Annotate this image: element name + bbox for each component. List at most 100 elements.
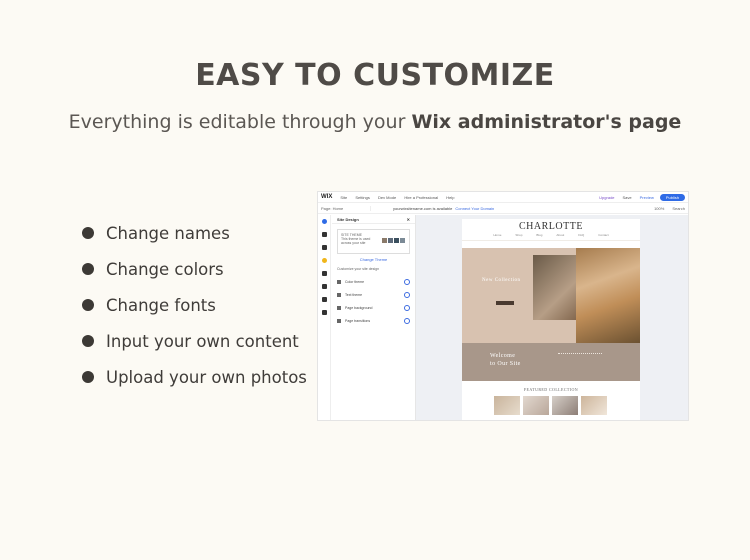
product-thumb: [494, 396, 520, 415]
site-nav-item: Home: [493, 233, 502, 237]
site-nav-item: Contact: [598, 233, 609, 237]
editor-left-toolbar: [318, 215, 331, 420]
transition-icon: [337, 318, 341, 323]
store-icon[interactable]: [321, 310, 327, 315]
publish-button[interactable]: Publish: [659, 193, 685, 201]
text-icon: [337, 292, 341, 297]
hero-photo-2: [576, 248, 640, 343]
feature-item: Change fonts: [82, 287, 307, 323]
menu-item-site[interactable]: Site: [340, 195, 347, 200]
bullet-icon: [82, 263, 94, 275]
chevron-right-icon: [404, 304, 410, 311]
site-preview[interactable]: CHARLOTTE Home Shop Blog About FAQ Conta…: [462, 219, 640, 420]
feature-item: Change colors: [82, 251, 307, 287]
feature-item: Change names: [82, 215, 307, 251]
featured-thumbnails: [494, 396, 607, 415]
site-nav: Home Shop Blog About FAQ Contact: [462, 233, 640, 241]
add-icon[interactable]: [321, 219, 327, 224]
feature-label: Change names: [106, 223, 230, 243]
url-text: yourwixsitename.com is available: [393, 205, 453, 211]
feature-label: Change colors: [106, 259, 224, 279]
option-text-theme[interactable]: Text theme: [332, 288, 415, 301]
welcome-section: Welcome to Our Site: [462, 343, 640, 381]
change-theme-link[interactable]: Change Theme: [332, 257, 415, 262]
close-icon[interactable]: ✕: [407, 217, 410, 222]
connect-domain-link[interactable]: Connect Your Domain: [455, 206, 494, 211]
feature-label: Upload your own photos: [106, 367, 307, 387]
editor-top-bar: WIX Site Settings Dev Mode Hire a Profes…: [318, 192, 688, 203]
option-label: Page transitions: [345, 318, 371, 323]
customize-text: Customize your site design: [337, 267, 380, 271]
wix-editor-screenshot: WIX Site Settings Dev Mode Hire a Profes…: [317, 191, 689, 421]
bullet-icon: [82, 371, 94, 383]
bullet-icon: [82, 335, 94, 347]
site-nav-item: FAQ: [578, 233, 585, 237]
option-label: Color theme: [345, 279, 365, 284]
site-brand: CHARLOTTE: [519, 221, 583, 232]
media-icon[interactable]: [321, 284, 327, 289]
menu-item-help[interactable]: Help: [446, 195, 454, 200]
shop-now-button: [496, 301, 514, 305]
wix-logo: WIX: [321, 194, 333, 200]
product-thumb: [581, 396, 607, 415]
feature-item: Input your own content: [82, 323, 307, 359]
site-design-icon[interactable]: [321, 258, 327, 263]
subtitle-text: Everything is editable through your: [68, 111, 412, 133]
menu-item-settings[interactable]: Settings: [355, 195, 369, 200]
bullet-icon: [82, 227, 94, 239]
theme-desc: This theme is used across your site: [341, 237, 371, 245]
welcome-paragraph: [558, 353, 602, 365]
search-button[interactable]: Search: [672, 206, 685, 211]
swatch: [382, 238, 387, 243]
product-thumb: [552, 396, 578, 415]
welcome-line-1: Welcome: [490, 353, 516, 359]
save-button[interactable]: Save: [623, 195, 632, 200]
feature-item: Upload your own photos: [82, 359, 307, 395]
welcome-text: Welcome to Our Site: [490, 352, 521, 368]
option-page-transitions[interactable]: Page transitions: [332, 314, 415, 327]
bullet-icon: [82, 299, 94, 311]
option-label: Text theme: [345, 292, 363, 297]
chevron-right-icon: [404, 291, 410, 298]
theme-swatches: [382, 238, 405, 243]
subtitle-bold: Wix administrator's page: [411, 111, 682, 133]
editor-menu: Site Settings Dev Mode Hire a Profession…: [340, 195, 461, 200]
site-theme-card[interactable]: SITE THEME This theme is used across you…: [337, 229, 410, 254]
upgrade-link[interactable]: Upgrade: [599, 195, 614, 200]
site-nav-item: About: [556, 233, 565, 237]
palette-icon: [337, 279, 341, 284]
hero-title: New Collection: [482, 278, 521, 283]
option-color-theme[interactable]: Color theme: [332, 275, 415, 288]
zoom-level[interactable]: 100%: [654, 206, 664, 211]
swatch: [394, 238, 399, 243]
site-hero: New Collection: [462, 248, 640, 343]
option-page-background[interactable]: Page background: [332, 301, 415, 314]
layers-icon[interactable]: [321, 245, 327, 250]
pages-icon[interactable]: [321, 232, 327, 237]
page-title: EASY TO CUSTOMIZE: [195, 58, 555, 93]
featured-heading: FEATURED COLLECTION: [523, 387, 579, 392]
background-icon: [337, 305, 341, 310]
apps-icon[interactable]: [321, 271, 327, 276]
panel-header: Site Design ✕: [332, 215, 415, 224]
site-nav-item: Blog: [536, 233, 543, 237]
feature-list: Change names Change colors Change fonts …: [82, 215, 307, 395]
option-label: Page background: [345, 305, 373, 310]
feature-label: Change fonts: [106, 295, 216, 315]
page-subtitle: Everything is editable through your Wix …: [0, 111, 750, 133]
menu-item-hire[interactable]: Hire a Professional: [404, 195, 438, 200]
swatch: [400, 238, 405, 243]
preview-button[interactable]: Preview: [640, 195, 654, 200]
blog-icon[interactable]: [321, 297, 327, 302]
chevron-right-icon: [404, 317, 410, 324]
swatch: [388, 238, 393, 243]
panel-title: Site Design: [337, 217, 359, 222]
product-thumb: [523, 396, 549, 415]
menu-item-dev-mode[interactable]: Dev Mode: [378, 195, 396, 200]
site-nav-item: Shop: [515, 233, 523, 237]
feature-label: Input your own content: [106, 331, 299, 351]
page-selector[interactable]: Page: Home: [321, 205, 371, 211]
editor-second-bar: Page: Home yourwixsitename.com is availa…: [318, 203, 688, 214]
site-design-panel: Site Design ✕ SITE THEME This theme is us…: [332, 215, 416, 420]
editor-canvas: CHARLOTTE Home Shop Blog About FAQ Conta…: [416, 215, 688, 420]
